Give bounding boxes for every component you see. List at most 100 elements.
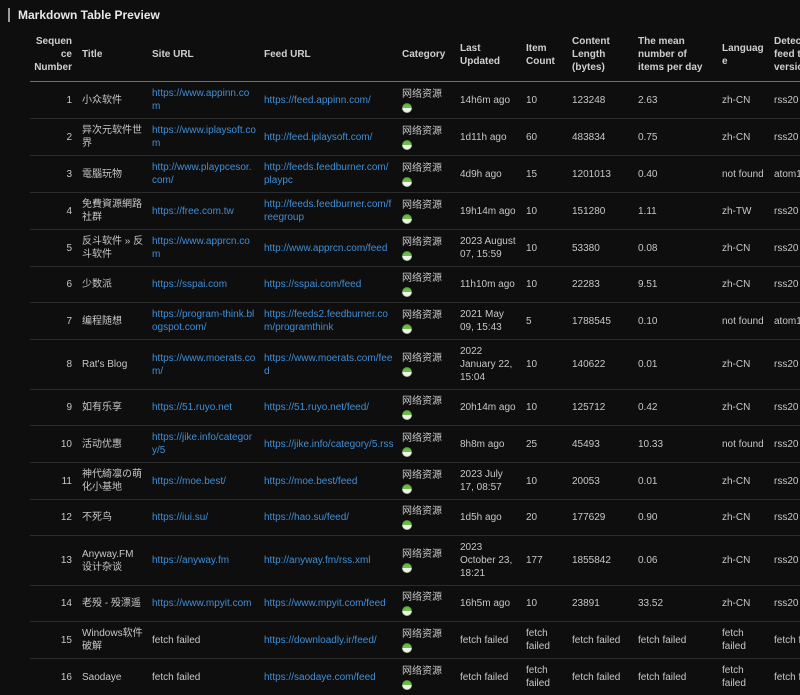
- seq-cell: 2: [30, 119, 80, 156]
- site-url-link[interactable]: https://free.com.tw: [152, 206, 234, 217]
- category-tag: 网络资源: [402, 665, 452, 690]
- last-updated-cell: 1d11h ago: [458, 119, 524, 156]
- feed-url-link[interactable]: https://hao.su/feed/: [264, 512, 349, 523]
- category-tag: 网络资源: [402, 548, 452, 573]
- seq-cell: 14: [30, 586, 80, 622]
- site-url-link[interactable]: https://sspai.com: [152, 279, 227, 290]
- feed-url-link[interactable]: https://moe.best/feed: [264, 476, 357, 487]
- language-cell: zh-CN: [720, 586, 772, 622]
- site-url-link[interactable]: https://jike.info/category/5: [152, 432, 252, 456]
- feed-url-link[interactable]: http://www.apprcn.com/feed: [264, 243, 387, 254]
- feed-url-link[interactable]: http://anyway.fm/rss.xml: [264, 555, 371, 566]
- feed-url-link[interactable]: https://www.mpyit.com/feed: [264, 598, 386, 609]
- feed-url-link[interactable]: https://51.ruyo.net/feed/: [264, 402, 369, 413]
- site-url-link[interactable]: https://www.appinn.com: [152, 88, 249, 112]
- feed-type-cell: rss20: [772, 586, 800, 622]
- site-url-link[interactable]: https://anyway.fm: [152, 555, 229, 566]
- green-ball-icon: [402, 563, 412, 573]
- feed-url-link[interactable]: https://feeds2.feedburner.com/programthi…: [264, 309, 388, 333]
- feed-url-link[interactable]: https://sspai.com/feed: [264, 279, 361, 290]
- feed-url-link[interactable]: http://feed.iplaysoft.com/: [264, 132, 372, 143]
- column-header-content_length: Content Length (bytes): [570, 30, 636, 82]
- green-ball-icon: [402, 643, 412, 653]
- feed-url-link[interactable]: http://feeds.feedburner.com/freegroup: [264, 199, 391, 223]
- seq-cell: 6: [30, 267, 80, 303]
- content-length-cell: 140622: [570, 340, 636, 390]
- title-cell: 反斗软件 » 反斗软件: [80, 230, 150, 267]
- seq-cell: 12: [30, 500, 80, 536]
- item-count-cell: fetch failed: [524, 659, 570, 695]
- language-cell: zh-CN: [720, 536, 772, 586]
- category-label: 网络资源: [402, 432, 442, 445]
- site-url-link[interactable]: http://www.playpcesor.com/: [152, 162, 252, 186]
- mean-items-cell: fetch failed: [636, 659, 720, 695]
- category-cell: 网络资源: [400, 500, 458, 536]
- content-length-cell: 1201013: [570, 156, 636, 193]
- feed-url-cell: https://saodaye.com/feed: [262, 659, 400, 695]
- feed-type-cell: rss20: [772, 340, 800, 390]
- site-url-link[interactable]: https://www.moerats.com/: [152, 353, 255, 377]
- site-url-link[interactable]: https://www.apprcn.com: [152, 236, 250, 260]
- content-length-cell: 1855842: [570, 536, 636, 586]
- last-updated-cell: 2023 August 07, 15:59: [458, 230, 524, 267]
- feed-type-cell: atom10: [772, 156, 800, 193]
- site-url-cell: https://www.moerats.com/: [150, 340, 262, 390]
- green-ball-icon: [402, 606, 412, 616]
- content-length-cell: 123248: [570, 82, 636, 119]
- last-updated-cell: 19h14m ago: [458, 193, 524, 230]
- feed-url-cell: https://www.mpyit.com/feed: [262, 586, 400, 622]
- language-cell: zh-CN: [720, 267, 772, 303]
- category-cell: 网络资源: [400, 659, 458, 695]
- feed-url-link[interactable]: https://saodaye.com/feed: [264, 672, 376, 683]
- table-row: 2异次元软件世界https://www.iplaysoft.comhttp://…: [30, 119, 800, 156]
- feed-type-cell: fetch failed: [772, 659, 800, 695]
- feed-type-cell: rss20: [772, 426, 800, 463]
- feed-url-cell: http://feeds.feedburner.com/playpc: [262, 156, 400, 193]
- column-header-last_updated: Last Updated: [458, 30, 524, 82]
- content-length-cell: 45493: [570, 426, 636, 463]
- title-cell: Windows软件破解: [80, 622, 150, 659]
- table-row: 15Windows软件破解fetch failedhttps://downloa…: [30, 622, 800, 659]
- mean-items-cell: 0.06: [636, 536, 720, 586]
- feed-url-link[interactable]: https://www.moerats.com/feed: [264, 353, 392, 377]
- site-url-link[interactable]: https://iui.su/: [152, 512, 208, 523]
- site-url-link[interactable]: https://51.ruyo.net: [152, 402, 232, 413]
- seq-cell: 7: [30, 303, 80, 340]
- item-count-cell: 177: [524, 536, 570, 586]
- column-header-title: Title: [80, 30, 150, 82]
- feed-type-cell: rss20: [772, 463, 800, 500]
- feed-url-link[interactable]: https://jike.info/category/5.rss: [264, 439, 394, 450]
- mean-items-cell: 10.33: [636, 426, 720, 463]
- mean-items-cell: 0.90: [636, 500, 720, 536]
- feed-url-cell: http://www.apprcn.com/feed: [262, 230, 400, 267]
- feed-url-link[interactable]: http://feeds.feedburner.com/playpc: [264, 162, 389, 186]
- green-ball-icon: [402, 680, 412, 690]
- seq-cell: 9: [30, 390, 80, 426]
- category-cell: 网络资源: [400, 536, 458, 586]
- feed-url-cell: http://anyway.fm/rss.xml: [262, 536, 400, 586]
- site-url-link[interactable]: https://www.iplaysoft.com: [152, 125, 256, 149]
- site-url-link[interactable]: https://program-think.blogspot.com/: [152, 309, 254, 333]
- category-label: 网络资源: [402, 505, 442, 518]
- site-url-cell: https://www.appinn.com: [150, 82, 262, 119]
- seq-cell: 5: [30, 230, 80, 267]
- category-tag: 网络资源: [402, 272, 452, 297]
- feed-url-link[interactable]: https://downloadly.ir/feed/: [264, 635, 377, 646]
- site-url-link[interactable]: https://moe.best/: [152, 476, 226, 487]
- title-cell: 活动优惠: [80, 426, 150, 463]
- category-tag: 网络资源: [402, 469, 452, 494]
- mean-items-cell: 0.75: [636, 119, 720, 156]
- title-cell: Rat's Blog: [80, 340, 150, 390]
- feed-url-cell: http://feed.iplaysoft.com/: [262, 119, 400, 156]
- feed-url-link[interactable]: https://feed.appinn.com/: [264, 95, 371, 106]
- last-updated-cell: 2023 October 23, 18:21: [458, 536, 524, 586]
- site-url-link[interactable]: https://www.mpyit.com: [152, 598, 251, 609]
- markdown-preview-pane: Markdown Table Preview Sequence NumberTi…: [0, 0, 800, 695]
- green-ball-icon: [402, 367, 412, 377]
- last-updated-cell: 2021 May 09, 15:43: [458, 303, 524, 340]
- item-count-cell: fetch failed: [524, 622, 570, 659]
- last-updated-cell: 4d9h ago: [458, 156, 524, 193]
- title-cell: 不死鸟: [80, 500, 150, 536]
- category-cell: 网络资源: [400, 340, 458, 390]
- table-row: 11神代綺凛の萌化小基地https://moe.best/https://moe…: [30, 463, 800, 500]
